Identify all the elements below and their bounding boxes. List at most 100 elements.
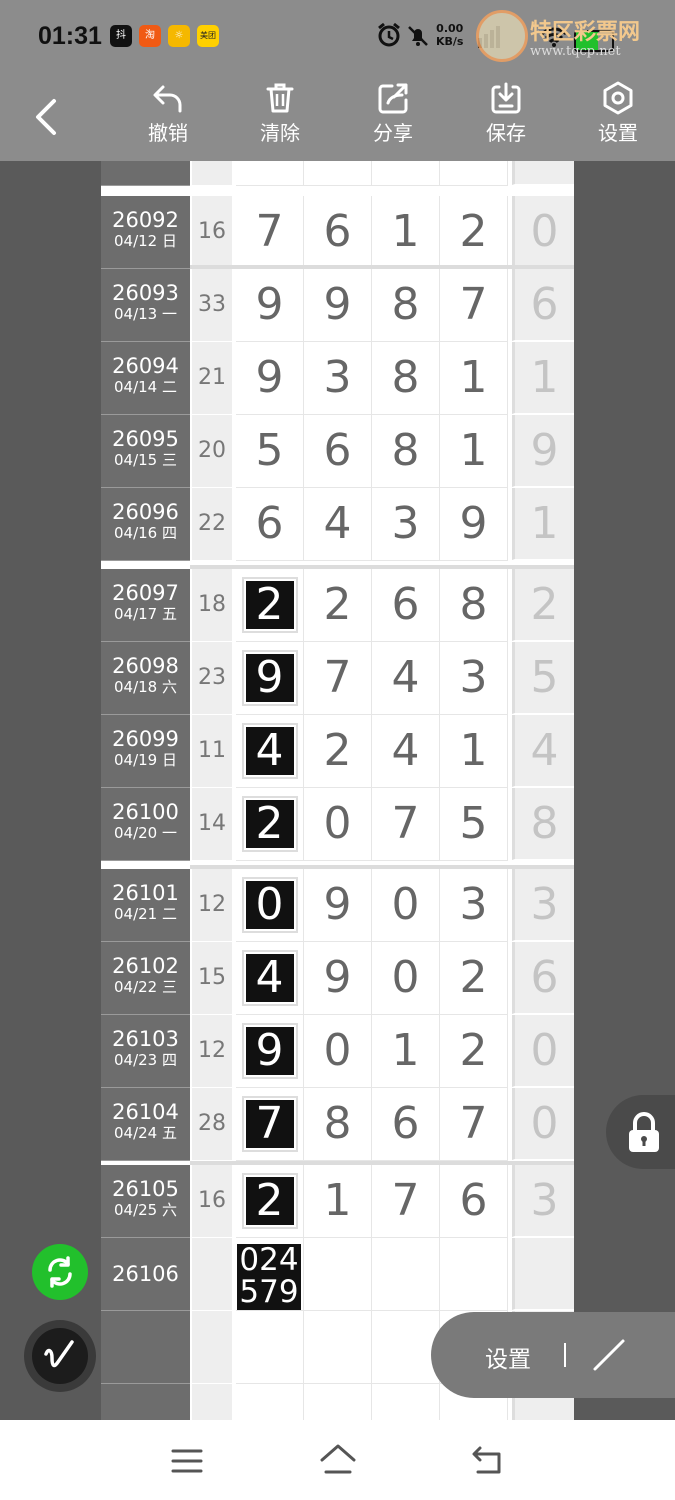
digit-cell[interactable]: 9 xyxy=(304,942,372,1015)
digit-cell[interactable]: 6 xyxy=(304,415,372,488)
digit-cell[interactable]: 4 xyxy=(372,715,440,788)
digit-cell[interactable]: 2 xyxy=(236,1165,304,1238)
save-button[interactable]: 保存 xyxy=(471,81,541,159)
digit-cell[interactable]: 8 xyxy=(372,342,440,415)
digit-cell[interactable]: 2 xyxy=(372,161,440,186)
clear-button[interactable]: 清除 xyxy=(245,81,315,159)
digit-cell[interactable]: 2 xyxy=(440,196,508,269)
digit-cell[interactable]: 2 xyxy=(304,569,372,642)
net-speed-value: 0.00 xyxy=(436,22,464,35)
refresh-button[interactable] xyxy=(32,1244,88,1300)
issue-number: 26101 xyxy=(112,881,179,905)
digit-cell[interactable]: 0 xyxy=(372,869,440,942)
share-button[interactable]: 分享 xyxy=(358,81,428,159)
digit-cell[interactable]: 7 xyxy=(440,269,508,342)
digit-cell[interactable]: 8 xyxy=(440,161,508,186)
digit-value: 2 xyxy=(323,725,352,776)
digit-cell[interactable]: 9 xyxy=(304,869,372,942)
digit-cell[interactable]: 6 xyxy=(304,196,372,269)
digit-cell[interactable]: 1 xyxy=(304,1165,372,1238)
table-row: 26094 04/14 二 21 9 3 8 1 1 xyxy=(101,342,574,415)
digit-cell[interactable] xyxy=(304,1238,372,1311)
digit-cell[interactable]: 7 xyxy=(304,642,372,715)
digit-cell[interactable]: 4 xyxy=(236,715,304,788)
digit-value: 7 xyxy=(459,279,488,330)
digit-cell[interactable] xyxy=(440,1238,508,1311)
digit-cell[interactable]: 2 xyxy=(440,1015,508,1088)
digit-cell[interactable]: 2 xyxy=(440,942,508,1015)
digit-cell[interactable]: 9 xyxy=(236,642,304,715)
digit-cell[interactable]: 0 xyxy=(372,942,440,1015)
digit-cell[interactable]: 3 xyxy=(304,342,372,415)
digit-cell[interactable]: 7 xyxy=(236,1088,304,1161)
digit-cell[interactable]: 5 xyxy=(440,788,508,861)
digit-cell[interactable]: 2 xyxy=(236,569,304,642)
digit-cell[interactable]: 8 xyxy=(372,269,440,342)
digit-cell[interactable]: 0 xyxy=(236,869,304,942)
digit-cell[interactable]: 9 xyxy=(304,269,372,342)
digit-cell[interactable]: 7 xyxy=(440,1088,508,1161)
undo-button[interactable]: 撤销 xyxy=(133,81,203,159)
digit-cell[interactable]: 7 xyxy=(372,788,440,861)
digit-cell[interactable]: 4 xyxy=(372,642,440,715)
digit-cell[interactable]: 7 xyxy=(372,1165,440,1238)
digit-cell[interactable]: 1 xyxy=(372,196,440,269)
digit-cell[interactable]: 4 xyxy=(236,942,304,1015)
digit-cell[interactable]: 1 xyxy=(440,342,508,415)
digit-cell[interactable]: 3 xyxy=(440,642,508,715)
digit-cell[interactable]: 9 xyxy=(236,269,304,342)
digit-cell[interactable] xyxy=(304,1311,372,1384)
digit-cell[interactable]: 6 xyxy=(440,1165,508,1238)
digit-cell[interactable]: 2 xyxy=(304,715,372,788)
digit-cell[interactable] xyxy=(236,1384,304,1420)
digit-cell[interactable]: 3 xyxy=(440,869,508,942)
digit-value: 4 xyxy=(323,498,352,549)
table-row: 26102 04/22 三 15 4 9 0 2 6 xyxy=(101,942,574,1015)
floating-settings-bar[interactable]: 设置 xyxy=(431,1312,675,1398)
line-tool-icon[interactable] xyxy=(589,1335,629,1375)
digit-cell[interactable]: 2 xyxy=(236,161,304,186)
digit-cell[interactable]: 6 xyxy=(372,569,440,642)
save-label: 保存 xyxy=(486,121,526,145)
menu-icon[interactable] xyxy=(170,1446,204,1476)
digit-cell[interactable]: 4 xyxy=(304,488,372,561)
digit-cell[interactable]: 3 xyxy=(372,488,440,561)
digit-cell[interactable] xyxy=(372,1384,440,1420)
digit-cell[interactable]: 6 xyxy=(372,1088,440,1161)
digit-cell[interactable]: 9 xyxy=(236,1015,304,1088)
trailing-digit-cell: 0 xyxy=(512,196,574,268)
digit-cell[interactable]: 9 xyxy=(440,488,508,561)
digit-cell[interactable]: 1 xyxy=(440,715,508,788)
settings-button[interactable]: 设置 xyxy=(583,81,653,159)
lock-button[interactable] xyxy=(606,1095,675,1169)
net-speed: 0.00 KB/s xyxy=(436,22,463,48)
digit-cell[interactable]: 9 xyxy=(236,342,304,415)
back-nav-icon[interactable] xyxy=(470,1444,504,1476)
digit-cell[interactable]: 8 xyxy=(304,1088,372,1161)
digit-cell[interactable] xyxy=(236,1311,304,1384)
digit-cell[interactable]: 6 xyxy=(236,488,304,561)
digit-cell[interactable]: 8 xyxy=(372,415,440,488)
pen-mode-button[interactable] xyxy=(24,1320,96,1392)
lottery-trend-table[interactable]: 04/11 六12202822609204/12 日16761202609304… xyxy=(101,161,574,1420)
digit-cell[interactable] xyxy=(372,1238,440,1311)
digit-cell[interactable]: 5 xyxy=(236,415,304,488)
digit-cell[interactable]: 2 xyxy=(236,788,304,861)
tiktok-app-icon: 抖 xyxy=(110,25,132,47)
floating-settings-label[interactable]: 设置 xyxy=(485,1340,531,1374)
issue-cell: 26092 04/12 日 xyxy=(101,196,190,269)
digit-cell[interactable]: 0 xyxy=(304,788,372,861)
digit-value: 6 xyxy=(323,425,352,476)
digit-cell[interactable] xyxy=(304,1384,372,1420)
digit-cell[interactable]: 7 xyxy=(236,196,304,269)
back-button[interactable] xyxy=(30,97,64,137)
digit-cell[interactable]: 1 xyxy=(440,415,508,488)
digit-value: 0 xyxy=(241,877,298,933)
home-icon[interactable] xyxy=(318,1442,358,1476)
digit-cell[interactable]: 8 xyxy=(440,569,508,642)
digit-value: 9 xyxy=(323,279,352,330)
digit-cell[interactable]: 0 xyxy=(304,1015,372,1088)
digit-cell[interactable]: 0 xyxy=(304,161,372,186)
digit-cell[interactable]: 1 xyxy=(372,1015,440,1088)
digit-cell[interactable] xyxy=(372,1311,440,1384)
